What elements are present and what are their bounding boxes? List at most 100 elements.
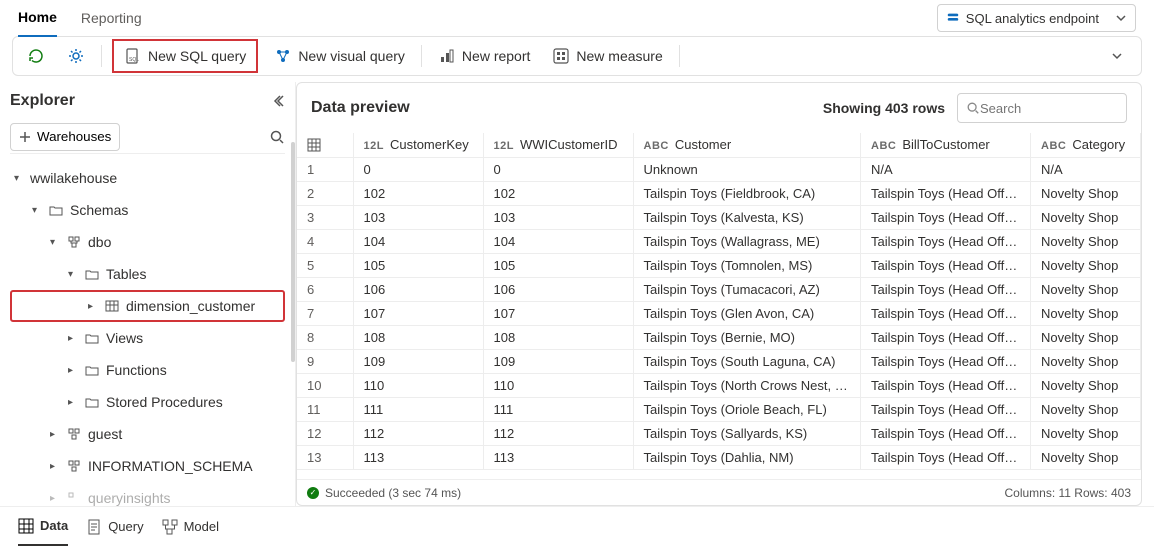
cell: 109 <box>353 349 483 373</box>
cell: Novelty Shop <box>1031 181 1141 205</box>
tree-node-dimension-customer[interactable]: ▸ dimension_customer <box>10 290 285 322</box>
cell: Tailspin Toys (Dahlia, NM) <box>633 445 861 469</box>
ribbon: SQL New SQL query New visual query New r… <box>12 36 1142 76</box>
table-row[interactable]: 5105105Tailspin Toys (Tomnolen, MS)Tails… <box>297 253 1141 277</box>
sql-file-icon: SQL <box>124 47 142 65</box>
col-header-customerkey[interactable]: 12LCustomerKey <box>353 133 483 157</box>
folder-icon <box>84 394 100 410</box>
view-tab-label: Query <box>108 519 143 534</box>
new-measure-button[interactable]: New measure <box>546 43 668 69</box>
cell: Tailspin Toys (South Laguna, CA) <box>633 349 861 373</box>
ribbon-separator <box>101 45 102 67</box>
table-row[interactable]: 2102102Tailspin Toys (Fieldbrook, CA)Tai… <box>297 181 1141 205</box>
cell: 103 <box>353 205 483 229</box>
table-row[interactable]: 9109109Tailspin Toys (South Laguna, CA)T… <box>297 349 1141 373</box>
col-header-customer[interactable]: ABCCustomer <box>633 133 861 157</box>
status-bar: Succeeded (3 sec 74 ms) Columns: 11 Rows… <box>297 479 1141 505</box>
preview-search-input[interactable] <box>980 101 1118 116</box>
ribbon-overflow-button[interactable] <box>1101 50 1133 62</box>
cell: Novelty Shop <box>1031 325 1141 349</box>
row-number: 8 <box>297 325 353 349</box>
tree-label: Schemas <box>70 202 128 218</box>
explorer-header: Explorer <box>10 82 285 120</box>
cell: Tailspin Toys (Fieldbrook, CA) <box>633 181 861 205</box>
cell: Tailspin Toys (Head Office) <box>861 205 1031 229</box>
row-number: 10 <box>297 373 353 397</box>
row-number: 4 <box>297 229 353 253</box>
endpoint-picker[interactable]: SQL analytics endpoint <box>937 4 1136 32</box>
row-number: 6 <box>297 277 353 301</box>
tree-node-queryinsights[interactable]: ▸ queryinsights <box>10 482 285 514</box>
table-row[interactable]: 100UnknownN/AN/A <box>297 157 1141 181</box>
tab-reporting[interactable]: Reporting <box>81 0 142 36</box>
new-report-label: New report <box>462 48 530 64</box>
cell: 110 <box>353 373 483 397</box>
tree-label: Tables <box>106 266 146 282</box>
cell: Tailspin Toys (Head Office) <box>861 181 1031 205</box>
main-split: Explorer Warehouses ▾ wwilakehouse ▾ Sc <box>0 82 1154 506</box>
table-row[interactable]: 6106106Tailspin Toys (Tumacacori, AZ)Tai… <box>297 277 1141 301</box>
cell: Tailspin Toys (Head Office) <box>861 373 1031 397</box>
status-text: Succeeded (3 sec 74 ms) <box>325 486 461 500</box>
table-row[interactable]: 11111111Tailspin Toys (Oriole Beach, FL)… <box>297 397 1141 421</box>
new-visual-query-button[interactable]: New visual query <box>268 43 411 69</box>
chevron-right-icon: ▸ <box>68 333 78 344</box>
tree-label: INFORMATION_SCHEMA <box>88 458 253 474</box>
tree-node-guest[interactable]: ▸ guest <box>10 418 285 450</box>
col-header-category[interactable]: ABCCategory <box>1031 133 1141 157</box>
folder-icon <box>84 330 100 346</box>
table-row[interactable]: 13113113Tailspin Toys (Dahlia, NM)Tailsp… <box>297 445 1141 469</box>
cell: 111 <box>353 397 483 421</box>
cell: Tailspin Toys (Kalvesta, KS) <box>633 205 861 229</box>
tree-node-dbo[interactable]: ▾ dbo <box>10 226 285 258</box>
table-row[interactable]: 4104104Tailspin Toys (Wallagrass, ME)Tai… <box>297 229 1141 253</box>
row-number: 9 <box>297 349 353 373</box>
new-report-button[interactable]: New report <box>432 43 536 69</box>
table-icon <box>104 298 120 314</box>
status-stats: Columns: 11 Rows: 403 <box>1004 486 1131 500</box>
grid-corner[interactable] <box>297 133 353 157</box>
chevron-right-icon: ▸ <box>50 493 60 504</box>
new-sql-query-label: New SQL query <box>148 48 246 64</box>
row-number: 5 <box>297 253 353 277</box>
cell: Tailspin Toys (Head Office) <box>861 349 1031 373</box>
add-warehouses-button[interactable]: Warehouses <box>10 123 120 151</box>
cell: 107 <box>483 301 633 325</box>
chevron-right-icon: ▸ <box>50 429 60 440</box>
table-row[interactable]: 8108108Tailspin Toys (Bernie, MO)Tailspi… <box>297 325 1141 349</box>
highlight-new-sql-query: SQL New SQL query <box>112 39 258 73</box>
explorer-search-button[interactable] <box>269 129 285 145</box>
table-row[interactable]: 7107107Tailspin Toys (Glen Avon, CA)Tail… <box>297 301 1141 325</box>
ribbon-separator <box>421 45 422 67</box>
explorer-scrollbar[interactable] <box>291 142 295 362</box>
tree-node-views[interactable]: ▸ Views <box>10 322 285 354</box>
tree-node-stored-procedures[interactable]: ▸ Stored Procedures <box>10 386 285 418</box>
settings-button[interactable] <box>61 43 91 69</box>
refresh-button[interactable] <box>21 43 51 69</box>
row-count-label: Showing 403 rows <box>823 100 945 116</box>
tree-node-schemas[interactable]: ▾ Schemas <box>10 194 285 226</box>
tree-node-lakehouse[interactable]: ▾ wwilakehouse <box>10 162 285 194</box>
cell: Novelty Shop <box>1031 349 1141 373</box>
preview-search-box[interactable] <box>957 93 1127 123</box>
tree-label: Stored Procedures <box>106 394 223 410</box>
new-sql-query-button[interactable]: SQL New SQL query <box>118 43 252 69</box>
cell: Tailspin Toys (Head Office) <box>861 253 1031 277</box>
col-header-billtocustomer[interactable]: ABCBillToCustomer <box>861 133 1031 157</box>
preview-title: Data preview <box>311 99 410 117</box>
tree-node-tables[interactable]: ▾ Tables <box>10 258 285 290</box>
tree-node-functions[interactable]: ▸ Functions <box>10 354 285 386</box>
tree-label: dbo <box>88 234 111 250</box>
new-visual-query-label: New visual query <box>298 48 405 64</box>
table-row[interactable]: 12112112Tailspin Toys (Sallyards, KS)Tai… <box>297 421 1141 445</box>
cell: Unknown <box>633 157 861 181</box>
cell: 104 <box>353 229 483 253</box>
table-row[interactable]: 10110110Tailspin Toys (North Crows Nest,… <box>297 373 1141 397</box>
tree-node-information-schema[interactable]: ▸ INFORMATION_SCHEMA <box>10 450 285 482</box>
preview-header: Data preview Showing 403 rows <box>297 83 1141 133</box>
col-header-wwicustomerid[interactable]: 12LWWICustomerID <box>483 133 633 157</box>
tab-home[interactable]: Home <box>18 0 57 37</box>
data-grid[interactable]: 12LCustomerKey 12LWWICustomerID ABCCusto… <box>297 133 1141 479</box>
collapse-explorer-button[interactable] <box>271 94 285 108</box>
table-row[interactable]: 3103103Tailspin Toys (Kalvesta, KS)Tails… <box>297 205 1141 229</box>
